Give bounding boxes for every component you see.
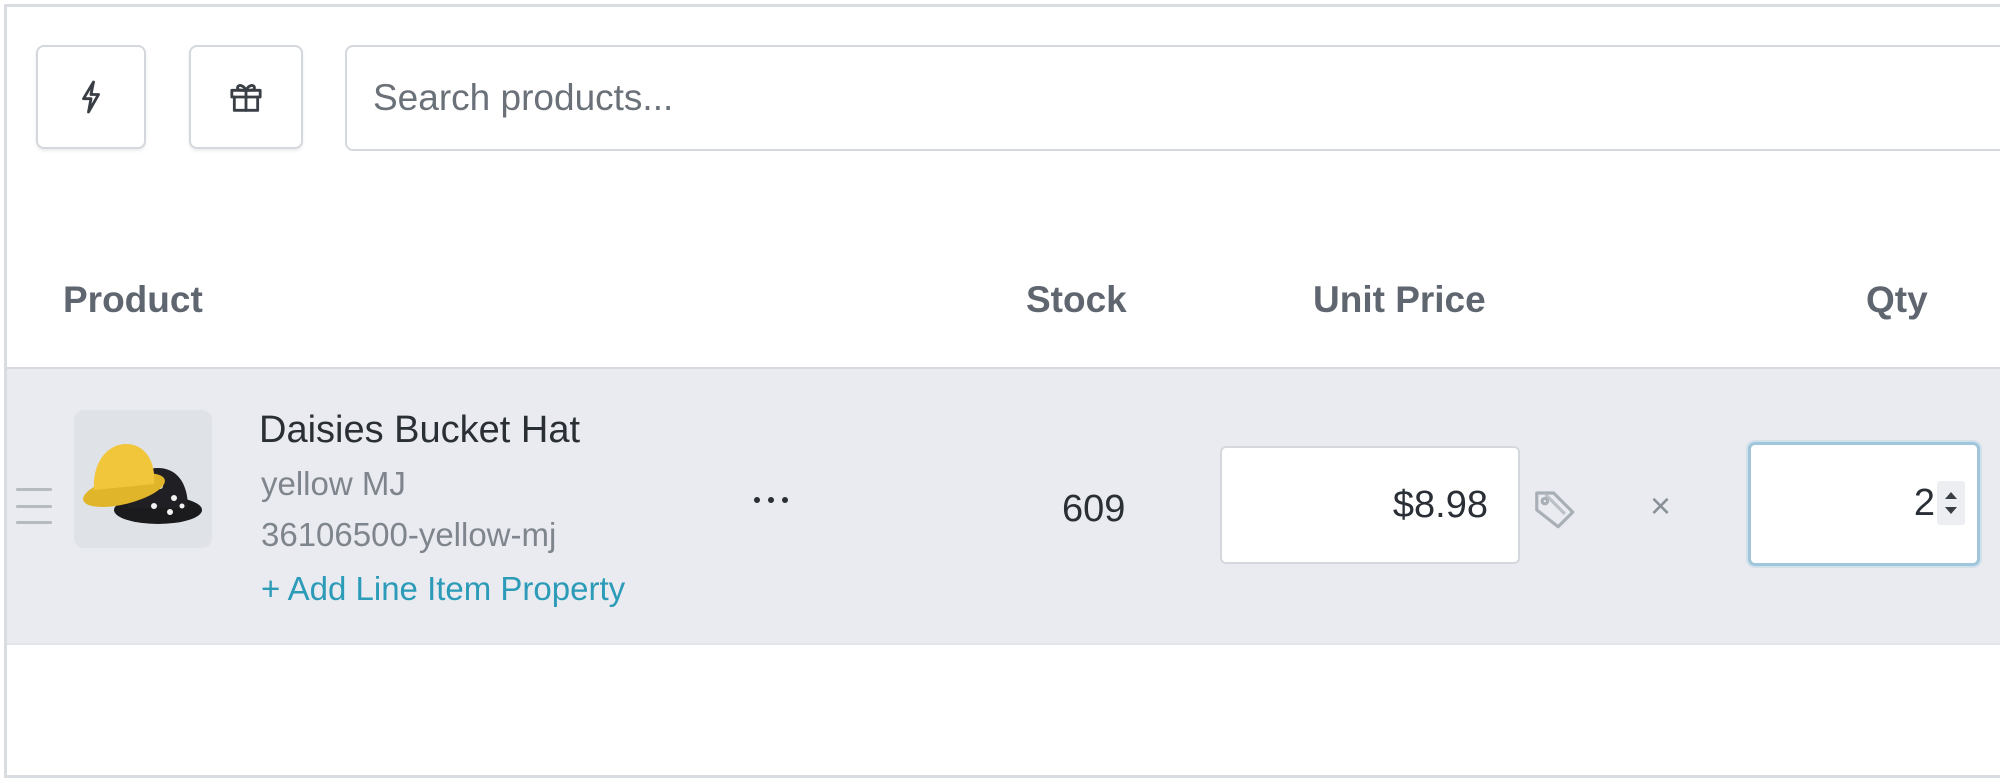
column-header-product: Product [63,279,203,320]
column-header-qty: Qty [1866,279,1928,320]
unit-price-input[interactable] [1220,446,1520,564]
product-sku: 36106500-yellow-mj [261,516,557,553]
gift-button[interactable] [189,45,303,149]
add-line-item-property-link[interactable]: + Add Line Item Property [261,566,625,612]
search-products-input[interactable] [345,45,2000,151]
quantity-stepper[interactable] [1748,442,1980,566]
quick-action-button[interactable] [36,45,146,149]
product-thumbnail [74,410,212,548]
gift-icon [230,84,262,112]
product-variant: yellow MJ [261,465,406,502]
multiply-sign: × [1650,485,1672,526]
column-header-stock: Stock [1026,279,1127,320]
stock-value: 609 [1062,488,1126,530]
lightning-bolt-icon [82,80,100,114]
discount-tag-icon[interactable] [1530,484,1584,538]
drag-handle-icon[interactable] [16,488,52,524]
more-options-icon[interactable] [748,480,794,520]
column-header-unit-price: Unit Price [1313,279,1486,320]
spinner-arrows-icon[interactable] [1937,481,1965,525]
quantity-input[interactable] [1759,453,1935,553]
product-name: Daisies Bucket Hat [259,409,581,451]
